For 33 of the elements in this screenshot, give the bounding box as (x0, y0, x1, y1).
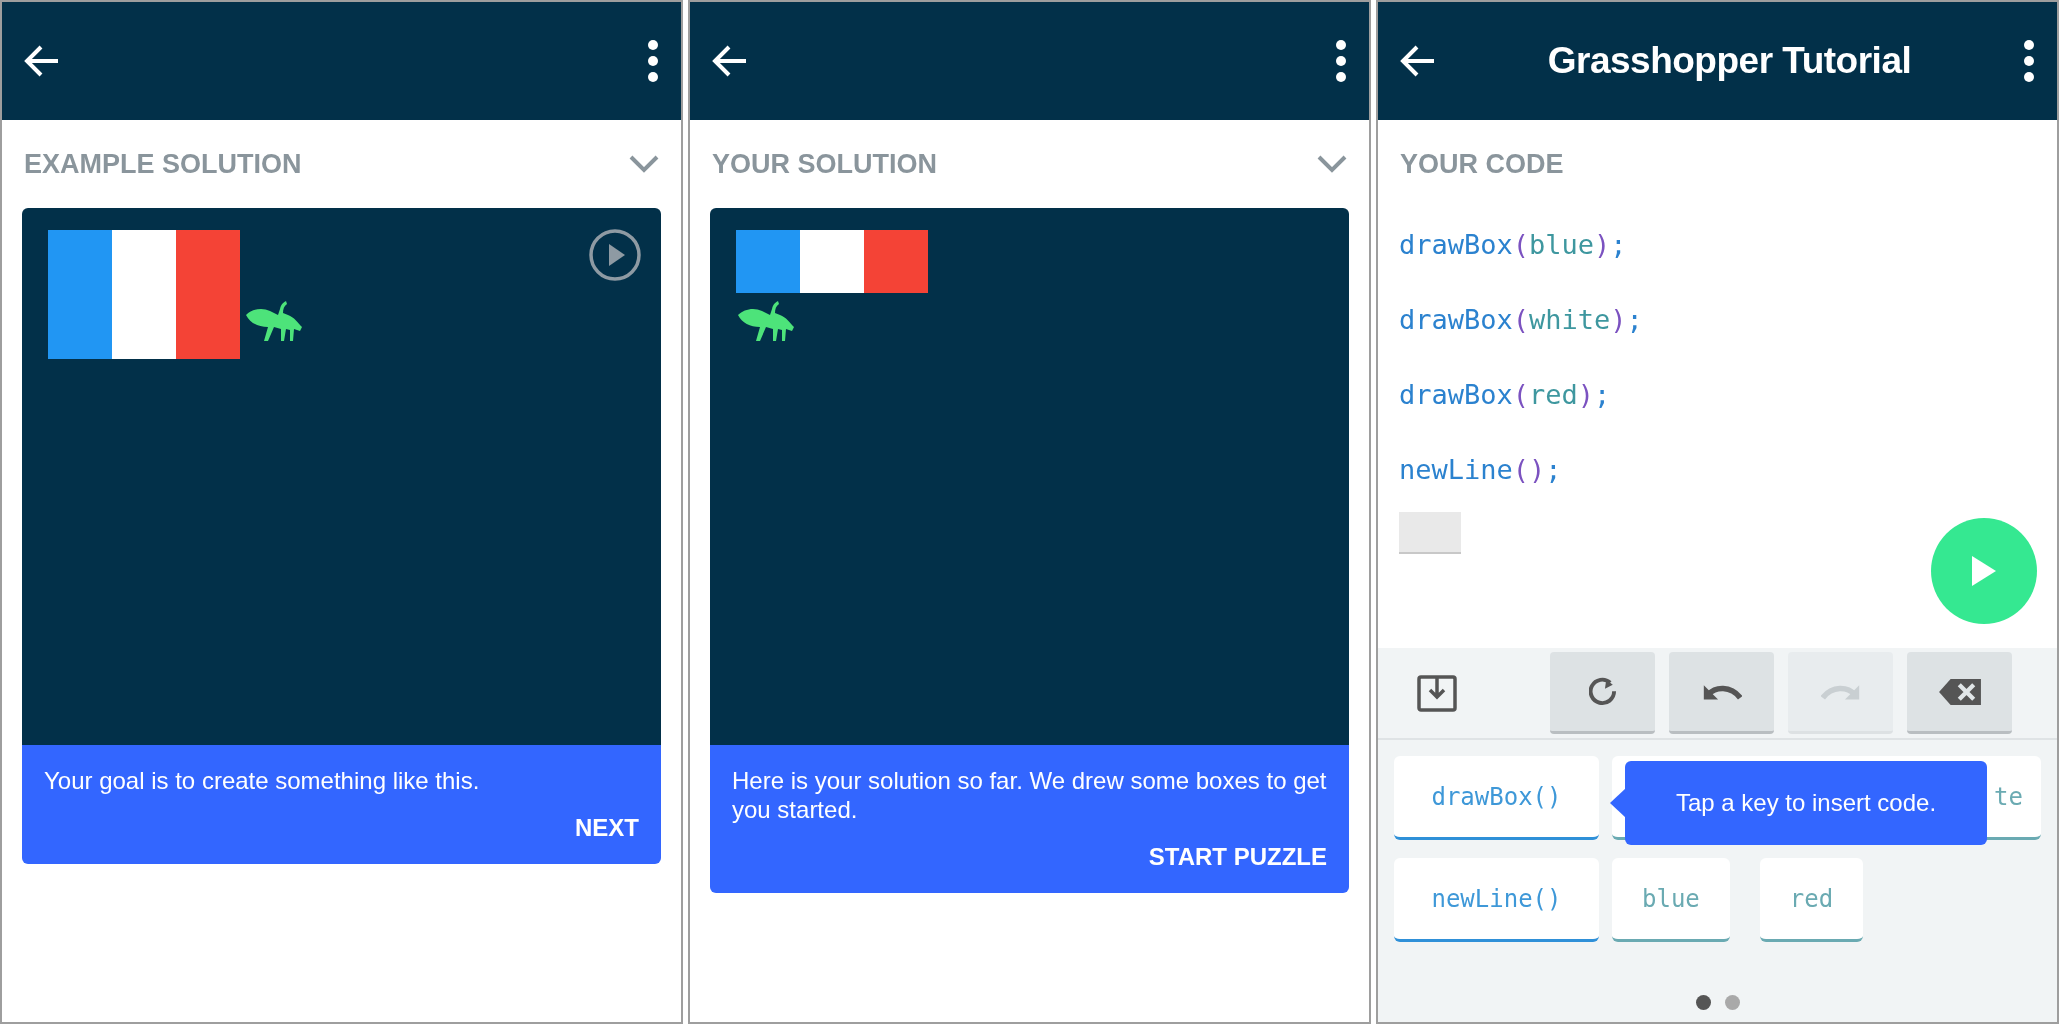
code-key[interactable]: newLine() (1394, 858, 1599, 942)
backspace-icon (1938, 678, 1981, 705)
message-text: Your goal is to create something like this. (44, 767, 481, 796)
reset-button[interactable] (1550, 652, 1655, 734)
code-line[interactable]: drawBox(blue); (1378, 208, 2057, 283)
back-arrow-icon[interactable] (712, 44, 748, 78)
back-arrow-icon[interactable] (1400, 44, 1436, 78)
message-text: Here is your solution so far. We drew some boxes to get you started. (732, 767, 1327, 825)
play-circle-icon[interactable] (588, 228, 642, 282)
delete-button[interactable] (1907, 652, 2012, 734)
play-icon (1970, 554, 1998, 588)
code-key[interactable]: blue (1612, 858, 1730, 942)
code-key[interactable]: drawBox() (1394, 756, 1599, 840)
undo-button[interactable] (1669, 652, 1774, 734)
more-options-icon[interactable] (647, 39, 659, 83)
code-key[interactable]: red (1759, 858, 1864, 942)
chevron-down-icon[interactable] (1317, 155, 1347, 173)
download-tray-icon[interactable] (1417, 673, 1457, 713)
chevron-down-icon[interactable] (629, 155, 659, 173)
screen-title: Grasshopper Tutorial (1547, 39, 1912, 84)
section-title: YOUR CODE (1400, 147, 1564, 181)
refresh-icon (1588, 676, 1617, 707)
action-button[interactable]: START PUZZLE (1148, 838, 1327, 875)
tooltip-text: Tap a key to insert code. (1675, 788, 1937, 818)
more-options-icon[interactable] (2023, 39, 2035, 83)
more-options-icon[interactable] (1335, 39, 1347, 83)
code-line[interactable]: drawBox(white); (1378, 283, 2057, 358)
section-title: EXAMPLE SOLUTION (24, 147, 302, 181)
section-title: YOUR SOLUTION (712, 147, 937, 181)
action-button[interactable]: NEXT (575, 809, 639, 846)
back-arrow-icon[interactable] (24, 44, 60, 78)
code-line[interactable]: drawBox(red); (1378, 358, 2057, 433)
code-line[interactable]: newLine(); (1378, 433, 2057, 508)
